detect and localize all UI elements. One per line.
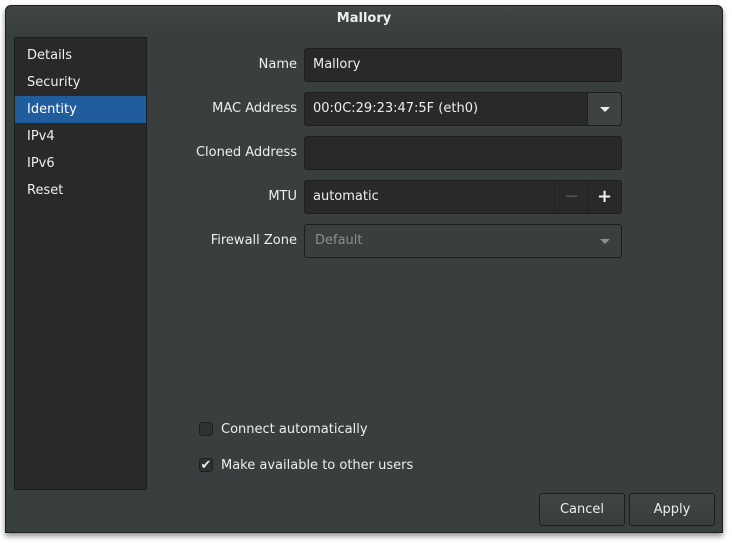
mtu-increment-button[interactable]: + (587, 181, 621, 213)
sidebar-item-details[interactable]: Details (15, 42, 146, 69)
sidebar-item-security[interactable]: Security (15, 69, 146, 96)
name-row: Name Mallory (186, 48, 622, 82)
sidebar-item-ipv6[interactable]: IPv6 (15, 150, 146, 177)
mtu-decrement-button[interactable]: − (554, 181, 588, 213)
titlebar: Mallory (6, 6, 722, 32)
apply-button[interactable]: Apply (629, 493, 715, 526)
connection-dialog: Mallory Details Security Identity IPv4 I… (5, 5, 723, 533)
name-label: Name (258, 57, 297, 72)
mac-address-value: 00:0C:29:23:47:5F (eth0) (313, 101, 479, 116)
sidebar-item-identity[interactable]: Identity (15, 96, 146, 123)
available-to-all-checkbox[interactable]: ✔ (199, 457, 213, 473)
connect-automatically-checkbox[interactable] (199, 422, 213, 436)
connect-automatically-label[interactable]: Connect automatically (221, 422, 368, 437)
available-to-all-option[interactable]: ✔ Make available to other users (199, 456, 413, 474)
name-input[interactable]: Mallory (304, 48, 622, 82)
sidebar-item-reset[interactable]: Reset (15, 177, 146, 204)
mtu-spinbutton[interactable]: automatic − + (304, 180, 622, 214)
available-to-all-label[interactable]: Make available to other users (221, 458, 413, 473)
firewall-zone-value: Default (315, 233, 363, 248)
firewall-zone-combo[interactable]: Default (304, 224, 622, 258)
sidebar-item-ipv4[interactable]: IPv4 (15, 123, 146, 150)
connect-automatically-option[interactable]: Connect automatically (199, 420, 368, 438)
mac-dropdown-button[interactable] (587, 93, 621, 125)
cloned-address-input[interactable] (304, 136, 622, 170)
mac-label: MAC Address (212, 101, 297, 116)
mtu-value: automatic (313, 189, 379, 204)
mtu-row: MTU automatic − + (186, 180, 622, 214)
mtu-label: MTU (268, 189, 297, 204)
cloned-address-label: Cloned Address (195, 145, 297, 160)
chevron-down-icon (599, 238, 610, 244)
chevron-down-icon (599, 106, 610, 112)
firewall-dropdown-button[interactable] (588, 225, 621, 257)
window-title: Mallory (336, 11, 392, 26)
sidebar: Details Security Identity IPv4 IPv6 Rese… (14, 37, 147, 490)
firewall-row: Firewall Zone Default (186, 224, 622, 258)
mac-address-combo[interactable]: 00:0C:29:23:47:5F (eth0) (304, 92, 622, 126)
cloned-row: Cloned Address (186, 136, 622, 170)
cancel-button[interactable]: Cancel (539, 493, 625, 526)
mac-row: MAC Address 00:0C:29:23:47:5F (eth0) (186, 92, 622, 126)
checkmark-icon: ✔ (200, 457, 212, 473)
firewall-zone-label: Firewall Zone (210, 233, 297, 248)
